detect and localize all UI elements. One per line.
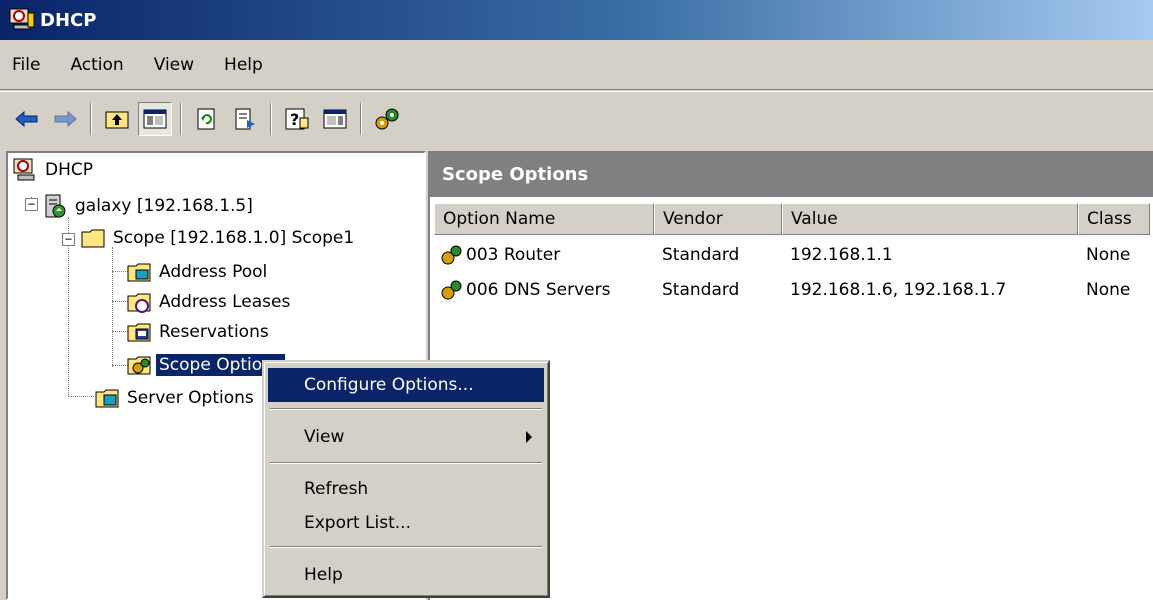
menu-action[interactable]: Action [70,55,123,75]
title-bar: DHCP [0,0,1153,40]
column-header-vendor[interactable]: Vendor [654,203,782,235]
scope-options-button[interactable] [370,102,404,136]
menu-separator [270,462,542,464]
tree-label: Address Leases [159,292,291,312]
menu-file[interactable]: File [12,55,40,75]
forward-button[interactable] [48,102,82,136]
reservations-icon [127,323,151,342]
tree-label: Address Pool [159,262,268,282]
refresh-button[interactable] [190,102,224,136]
folder-icon [81,229,105,248]
tree-line [68,396,94,397]
export-list-button[interactable] [228,102,262,136]
column-header-value[interactable]: Value [782,203,1078,235]
option-name: 003 Router [466,245,561,265]
column-header-class[interactable]: Class [1078,203,1150,235]
export-list-icon [235,108,255,129]
help-icon: ? [285,108,309,129]
menu-item-refresh[interactable]: Refresh [268,472,544,506]
option-class: None [1086,245,1131,265]
tree-node-scope-options[interactable]: Scope Options [126,350,286,380]
pane-title: Scope Options [430,151,1153,197]
toolbar-separator [180,102,182,135]
toolbar: ? [0,91,1153,145]
window-title: DHCP [40,9,97,31]
show-hide-action-pane-icon [323,109,347,128]
toolbar-separator [360,102,362,135]
tree-label: Server Options [127,388,254,408]
collapse-scope-toggle[interactable]: − [62,233,75,246]
up-folder-icon [105,111,129,128]
menu-help[interactable]: Help [224,55,263,75]
tree-node-server-options[interactable]: Server Options [94,383,257,413]
option-icon [441,280,462,300]
tree-label: Reservations [159,322,269,342]
show-hide-tree-button[interactable] [138,101,172,136]
svg-text:?: ? [290,110,299,129]
menu-item-export-list[interactable]: Export List... [268,506,544,540]
option-value: 192.168.1.1 [790,245,893,265]
option-vendor: Standard [662,280,740,300]
show-hide-tree-icon [143,109,167,128]
menu-item-configure-options[interactable]: Configure Options... [268,368,544,402]
submenu-arrow-icon [526,431,532,443]
scope-options-icon [127,356,151,375]
server-icon [45,194,66,218]
dhcp-app-icon [9,8,35,30]
tree-label: DHCP [45,160,93,180]
toolbar-separator [270,102,272,135]
dhcp-icon [13,158,35,181]
refresh-icon [197,108,215,129]
tree-node-reservations[interactable]: Reservations [126,317,272,347]
option-value: 192.168.1.6, 192.168.1.7 [790,280,1007,300]
scope-options-icon [375,108,399,129]
address-leases-icon [127,293,151,313]
option-icon [441,245,462,265]
menu-separator [270,408,542,410]
menu-separator [270,546,542,548]
option-name: 006 DNS Servers [466,280,611,300]
back-button[interactable] [10,102,44,136]
show-hide-action-pane-button[interactable] [318,102,352,136]
tree-node-scope[interactable]: Scope [192.168.1.0] Scope1 [80,223,357,253]
forward-icon [54,110,77,127]
tree-label: Scope [192.168.1.0] Scope1 [113,228,355,248]
tree-node-dhcp[interactable]: DHCP [12,155,96,185]
collapse-server-toggle[interactable]: − [25,198,38,211]
option-class: None [1086,280,1131,300]
column-headers: Option Name Vendor Value Class [430,203,1153,235]
tree-line [112,247,113,367]
table-row[interactable]: 003 Router Standard 192.168.1.1 None [430,240,1153,270]
toolbar-separator [90,102,92,135]
tree-node-server[interactable]: galaxy [192.168.1.5] [42,191,256,221]
option-vendor: Standard [662,245,740,265]
table-row[interactable]: 006 DNS Servers Standard 192.168.1.6, 19… [430,275,1153,305]
server-options-icon [95,389,119,408]
tree-label: galaxy [192.168.1.5] [75,196,253,216]
menu-item-view[interactable]: View [268,420,544,454]
up-one-level-button[interactable] [100,102,134,136]
context-menu: Configure Options... View Refresh Export… [262,360,550,598]
tree-node-address-pool[interactable]: Address Pool [126,257,270,287]
column-header-option-name[interactable]: Option Name [434,203,654,235]
help-button[interactable]: ? [280,102,314,136]
menu-bar: File Action View Help [0,40,1153,90]
menu-item-label: View [304,427,345,447]
menu-view[interactable]: View [154,55,194,75]
back-icon [15,110,38,127]
address-pool-icon [127,263,151,282]
tree-node-address-leases[interactable]: Address Leases [126,287,293,317]
menu-item-help[interactable]: Help [268,558,544,592]
